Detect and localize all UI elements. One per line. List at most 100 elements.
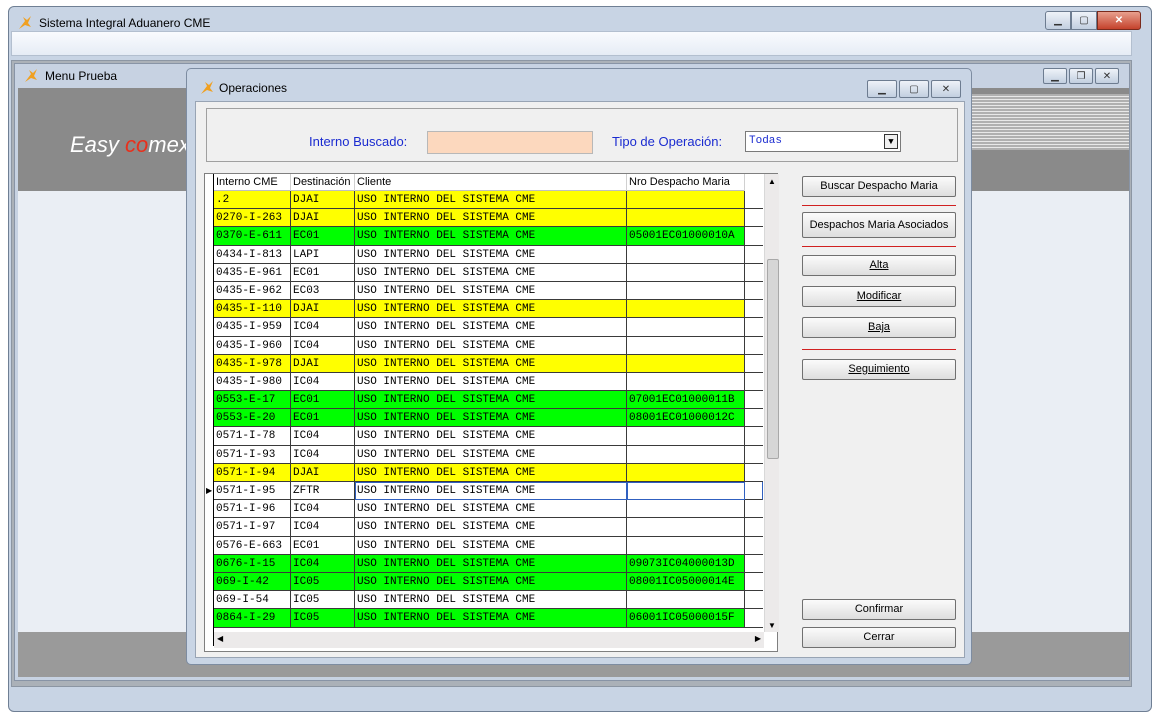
cell-dest[interactable]: IC04	[291, 518, 355, 537]
cell-despacho[interactable]	[627, 500, 745, 519]
confirmar-button[interactable]: Confirmar	[802, 599, 956, 620]
cell-dest[interactable]: IC04	[291, 445, 355, 464]
table-row[interactable]: 0676-I-15 IC04 USO INTERNO DEL SISTEMA CME…	[214, 554, 763, 573]
cell-dest[interactable]: IC04	[291, 500, 355, 519]
cell-cliente[interactable]: USO INTERNO DEL SISTEMA CME	[355, 336, 627, 355]
cell-dest[interactable]: EC01	[291, 391, 355, 410]
cell-despacho[interactable]: 09073IC04000013D	[627, 554, 745, 573]
cell-dest[interactable]: DJAI	[291, 463, 355, 482]
cell-cliente[interactable]: USO INTERNO DEL SISTEMA CME	[355, 409, 627, 428]
op-minimize-button[interactable]: ▁	[867, 80, 897, 98]
cell-dest[interactable]: IC05	[291, 591, 355, 610]
op-maximize-button[interactable]: ▢	[899, 80, 929, 98]
table-row[interactable]: 0864-I-29 IC05 USO INTERNO DEL SISTEMA CME…	[214, 609, 763, 628]
scroll-left-icon[interactable]: ◀	[217, 634, 223, 643]
cell-cliente[interactable]: USO INTERNO DEL SISTEMA CME	[355, 372, 627, 392]
cell-interno[interactable]: 0435-I-110	[214, 300, 291, 319]
cell-despacho[interactable]: 07001EC01000011B	[627, 391, 745, 410]
maximize-button[interactable]: ▢	[1071, 11, 1097, 30]
cell-cliente[interactable]: USO INTERNO DEL SISTEMA CME	[355, 518, 627, 537]
cell-despacho[interactable]: 05001EC01000010A	[627, 227, 745, 246]
despachos-asociados-button[interactable]: Despachos Maria Asociados	[802, 212, 956, 238]
cell-cliente[interactable]: USO INTERNO DEL SISTEMA CME	[355, 445, 627, 464]
cell-dest[interactable]: EC01	[291, 227, 355, 246]
cell-interno[interactable]: 0571-I-96	[214, 500, 291, 519]
chevron-down-icon[interactable]: ▼	[884, 134, 898, 149]
cell-cliente[interactable]: USO INTERNO DEL SISTEMA CME	[355, 427, 627, 446]
cell-dest[interactable]: IC04	[291, 372, 355, 392]
cell-despacho[interactable]	[627, 336, 745, 355]
cell-dest[interactable]: EC01	[291, 536, 355, 555]
cell-cliente[interactable]: USO INTERNO DEL SISTEMA CME	[355, 191, 627, 210]
cell-cliente[interactable]: USO INTERNO DEL SISTEMA CME	[355, 300, 627, 319]
cell-dest[interactable]: IC04	[291, 554, 355, 573]
interno-input[interactable]	[427, 131, 593, 154]
horizontal-scrollbar[interactable]: ◀ ▶	[214, 632, 764, 648]
cell-cliente[interactable]: USO INTERNO DEL SISTEMA CME	[355, 591, 627, 610]
cell-interno[interactable]: 0435-I-960	[214, 336, 291, 355]
cell-cliente[interactable]: USO INTERNO DEL SISTEMA CME	[355, 263, 627, 282]
cell-interno[interactable]: 0553-E-20	[214, 409, 291, 428]
cell-interno[interactable]: 0571-I-95	[214, 482, 291, 501]
scroll-down-icon[interactable]: ▼	[765, 621, 779, 630]
cell-dest[interactable]: EC01	[291, 409, 355, 428]
cell-interno[interactable]: 0864-I-29	[214, 609, 291, 628]
cell-interno[interactable]: 0434-I-813	[214, 245, 291, 264]
cell-dest[interactable]: LAPI	[291, 245, 355, 264]
cell-interno[interactable]: 069-I-42	[214, 572, 291, 592]
operations-grid[interactable]: Interno CME Destinación Cliente Nro Desp…	[204, 173, 779, 652]
cell-dest[interactable]: DJAI	[291, 300, 355, 319]
table-row[interactable]: .2 DJAI USO INTERNO DEL SISTEMA CME	[214, 191, 763, 210]
table-row[interactable]: 0571-I-93 IC04 USO INTERNO DEL SISTEMA CME	[214, 445, 763, 464]
cell-interno[interactable]: 0435-I-978	[214, 354, 291, 373]
cell-despacho[interactable]	[627, 482, 745, 501]
cell-despacho[interactable]	[627, 318, 745, 337]
cell-cliente[interactable]: USO INTERNO DEL SISTEMA CME	[355, 609, 627, 628]
cell-despacho[interactable]: 08001EC01000012C	[627, 409, 745, 428]
col-header-interno[interactable]: Interno CME	[214, 174, 291, 191]
col-header-cliente[interactable]: Cliente	[355, 174, 627, 191]
cell-dest[interactable]: DJAI	[291, 191, 355, 210]
alta-button[interactable]: Alta	[802, 255, 956, 276]
cell-interno[interactable]: 0370-E-611	[214, 227, 291, 246]
cell-cliente[interactable]: USO INTERNO DEL SISTEMA CME	[355, 281, 627, 301]
cell-dest[interactable]: EC03	[291, 281, 355, 301]
cell-despacho[interactable]	[627, 372, 745, 392]
minimize-button[interactable]: ▁	[1045, 11, 1071, 30]
cell-despacho[interactable]	[627, 518, 745, 537]
table-row[interactable]: 069-I-42 IC05 USO INTERNO DEL SISTEMA CME 0…	[214, 572, 763, 592]
table-row[interactable]: 0571-I-95 ZFTR USO INTERNO DEL SISTEMA CME	[214, 482, 763, 501]
cell-despacho[interactable]	[627, 427, 745, 446]
cell-interno[interactable]: 0676-I-15	[214, 554, 291, 573]
cell-despacho[interactable]	[627, 536, 745, 555]
col-header-despacho[interactable]: Nro Despacho Maria	[627, 174, 745, 191]
table-row[interactable]: 0435-I-980 IC04 USO INTERNO DEL SISTEMA CM…	[214, 372, 763, 392]
cell-cliente[interactable]: USO INTERNO DEL SISTEMA CME	[355, 227, 627, 246]
cell-cliente[interactable]: USO INTERNO DEL SISTEMA CME	[355, 482, 627, 501]
cell-interno[interactable]: 0270-I-263	[214, 209, 291, 228]
table-row[interactable]: 0571-I-97 IC04 USO INTERNO DEL SISTEMA CME	[214, 518, 763, 537]
cell-interno[interactable]: 0553-E-17	[214, 391, 291, 410]
cell-despacho[interactable]	[627, 263, 745, 282]
table-row[interactable]: 0571-I-96 IC04 USO INTERNO DEL SISTEMA CME	[214, 500, 763, 519]
cell-despacho[interactable]	[627, 209, 745, 228]
table-row[interactable]: 0571-I-78 IC04 USO INTERNO DEL SISTEMA CME	[214, 427, 763, 446]
cell-dest[interactable]: IC05	[291, 609, 355, 628]
cell-interno[interactable]: 0571-I-93	[214, 445, 291, 464]
cell-dest[interactable]: IC04	[291, 427, 355, 446]
table-row[interactable]: 0270-I-263 DJAI USO INTERNO DEL SISTEMA CM…	[214, 209, 763, 228]
cell-dest[interactable]: EC01	[291, 263, 355, 282]
cell-cliente[interactable]: USO INTERNO DEL SISTEMA CME	[355, 463, 627, 482]
cell-dest[interactable]: DJAI	[291, 354, 355, 373]
cell-cliente[interactable]: USO INTERNO DEL SISTEMA CME	[355, 536, 627, 555]
cell-interno[interactable]: 0576-E-663	[214, 536, 291, 555]
cell-interno[interactable]: 0571-I-94	[214, 463, 291, 482]
scroll-thumb[interactable]	[767, 259, 779, 459]
scroll-up-icon[interactable]: ▲	[765, 177, 779, 186]
table-row[interactable]: 0370-E-611 EC01 USO INTERNO DEL SISTEMA CM…	[214, 227, 763, 246]
cell-dest[interactable]: IC05	[291, 572, 355, 592]
op-close-button[interactable]: ✕	[931, 80, 961, 98]
cell-despacho[interactable]	[627, 591, 745, 610]
cell-interno[interactable]: 0435-I-959	[214, 318, 291, 337]
cell-dest[interactable]: IC04	[291, 318, 355, 337]
